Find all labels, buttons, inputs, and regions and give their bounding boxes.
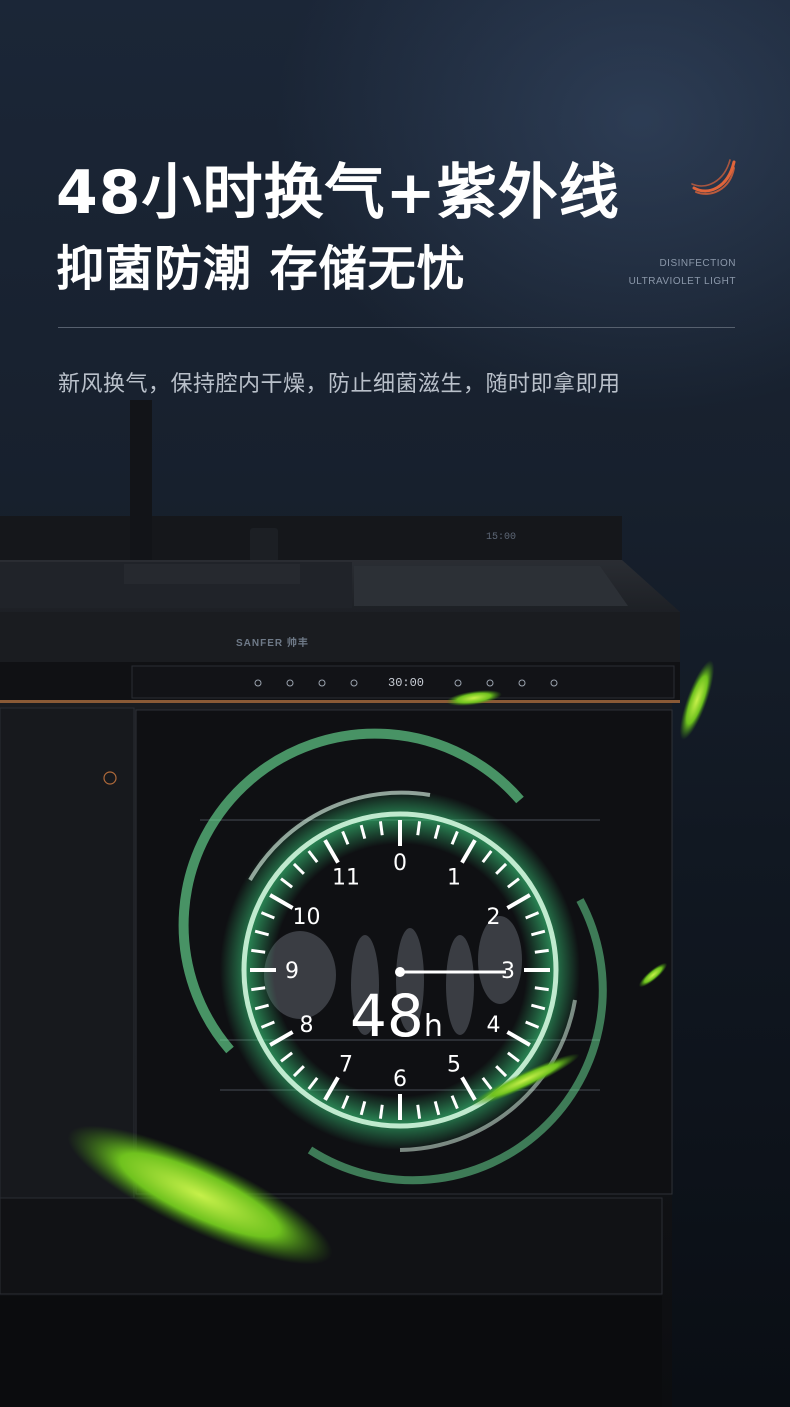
dial-number: 6	[393, 1067, 407, 1092]
dial-center-number: 48	[350, 982, 424, 1050]
dial-tick	[416, 821, 422, 836]
dial-number: 2	[487, 905, 501, 930]
english-label-line1: DISINFECTION	[659, 258, 736, 269]
control-panel-time: 30:00	[388, 676, 425, 690]
dial-number: 3	[501, 959, 515, 984]
brand-logo: SANFER 帅丰	[236, 638, 309, 649]
dial-tick	[534, 948, 549, 954]
dial-center-value: 48h	[350, 982, 443, 1050]
dial-tick	[251, 986, 266, 992]
dial-number: 4	[487, 1013, 501, 1038]
dial-tick	[416, 1104, 422, 1119]
countertop-panel-time: 15:00	[486, 532, 517, 543]
dial-number: 10	[292, 905, 320, 930]
english-label-line2: ULTRAVIOLET LIGHT	[628, 276, 736, 287]
dial-tick	[378, 821, 384, 836]
divider	[58, 327, 735, 328]
dial-number: 1	[447, 865, 461, 890]
dial-number: 8	[299, 1013, 313, 1038]
dial-center-unit: h	[423, 1009, 443, 1044]
dial-tick	[251, 948, 266, 954]
dial-number: 11	[332, 865, 360, 890]
description: 新风换气，保持腔内干燥，防止细菌滋生，随时即拿即用	[58, 372, 621, 397]
dial-tick	[534, 986, 549, 992]
dial-tick	[378, 1104, 384, 1119]
dial-number: 0	[393, 851, 407, 876]
dial-number: 5	[447, 1053, 461, 1078]
wave-logo-icon	[691, 159, 736, 195]
headline: 48小时换气+紫外线	[56, 158, 620, 228]
subheadline: 抑菌防潮 存储无忧	[56, 241, 466, 297]
dial-number: 7	[339, 1053, 353, 1078]
dial-number: 9	[285, 959, 299, 984]
